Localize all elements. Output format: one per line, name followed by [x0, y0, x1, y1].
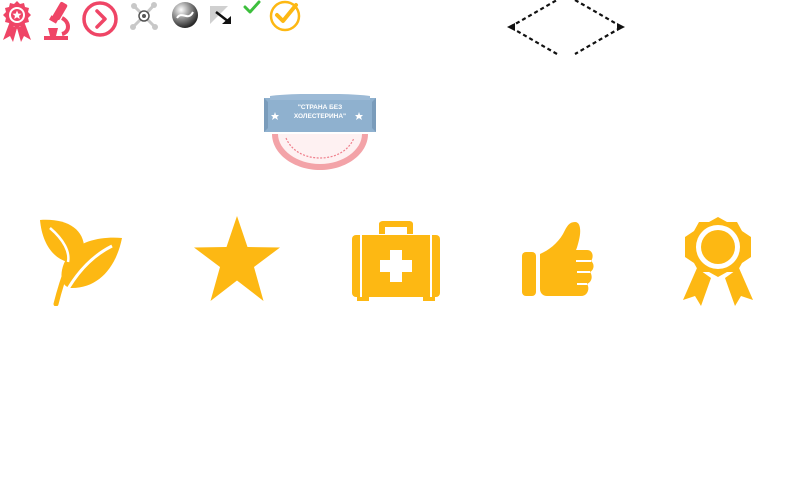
- seal-badge: "СТРАНА БЕЗ ХОЛЕСТЕРИНА": [262, 94, 378, 174]
- microscope-icon[interactable]: [40, 0, 72, 40]
- medal-icon: [681, 216, 755, 308]
- thumbs-up-icon: [521, 220, 595, 300]
- star-icon: [192, 215, 282, 303]
- resize-arrow-icon[interactable]: [209, 5, 237, 27]
- first-aid-kit-icon: [351, 220, 441, 302]
- circle-checkmark-icon[interactable]: [268, 0, 302, 32]
- award-ribbon-icon[interactable]: [0, 0, 34, 42]
- small-checkmark-icon[interactable]: [243, 0, 261, 14]
- dashed-diamond-shape: [505, 0, 625, 56]
- seal-text-line2: ХОЛЕСТЕРИНА": [293, 113, 347, 120]
- scatter-nodes-icon[interactable]: [128, 1, 160, 31]
- leaf-icon: [38, 218, 124, 306]
- sphere-icon[interactable]: [170, 0, 200, 30]
- circle-chevron-right-icon[interactable]: [81, 0, 119, 38]
- seal-text-line1: "СТРАНА БЕЗ: [297, 104, 343, 111]
